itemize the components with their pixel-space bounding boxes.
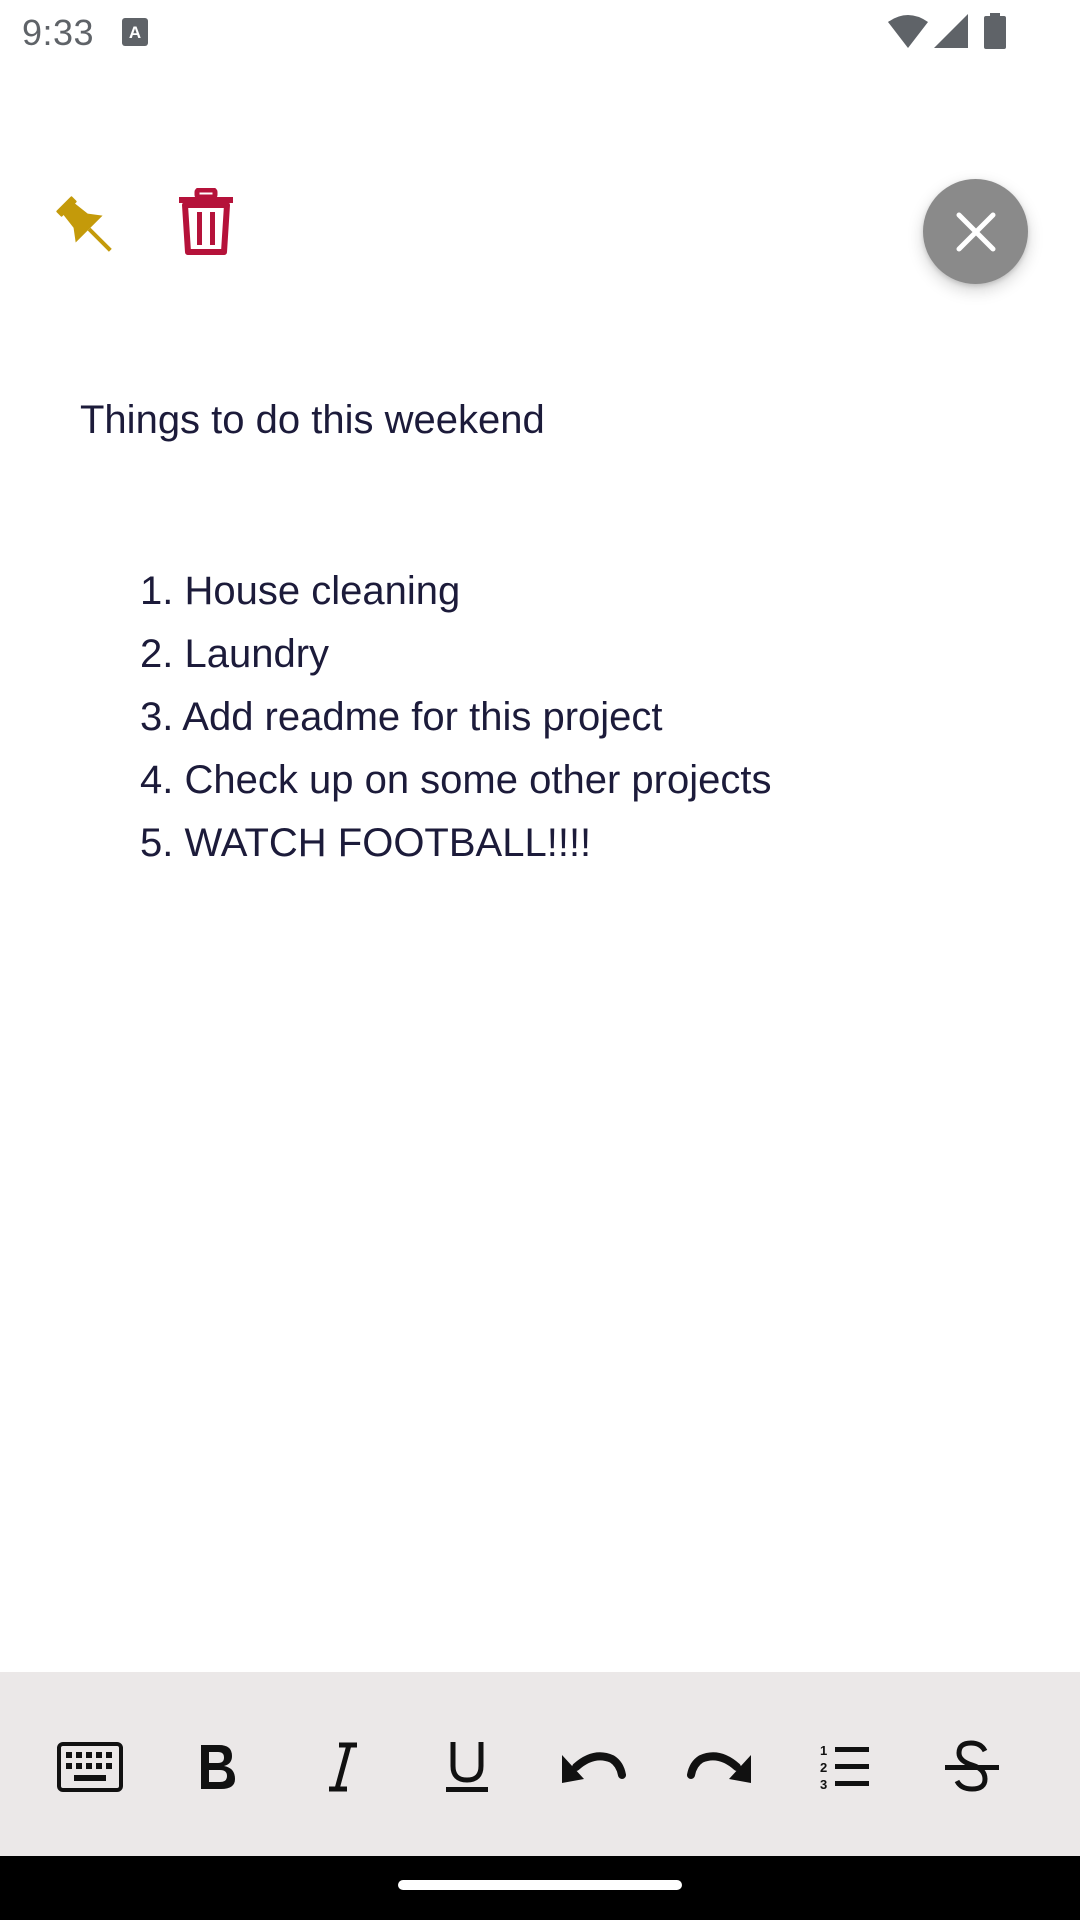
note-editor-screen: 9:33 A Things to do this weekend 1. Hous… — [0, 0, 1080, 1920]
bold-button[interactable] — [177, 1727, 257, 1807]
svg-text:3: 3 — [820, 1777, 827, 1792]
redo-icon — [687, 1752, 751, 1783]
pin-button[interactable] — [52, 192, 122, 262]
svg-text:A: A — [129, 23, 141, 42]
italic-icon — [329, 1742, 357, 1792]
underline-icon — [446, 1742, 488, 1792]
navigation-bar — [0, 1856, 1080, 1920]
trash-icon — [179, 187, 233, 255]
status-bar: 9:33 A — [0, 0, 1080, 64]
battery-icon — [984, 13, 1006, 49]
italic-button[interactable] — [303, 1727, 383, 1807]
note-title[interactable]: Things to do this weekend — [80, 398, 545, 443]
keyboard-icon — [57, 1742, 123, 1792]
undo-button[interactable] — [553, 1727, 633, 1807]
svg-text:2: 2 — [820, 1760, 827, 1775]
list-item: 2. Laundry — [140, 632, 330, 676]
underline-button[interactable] — [427, 1727, 507, 1807]
undo-icon — [562, 1752, 626, 1783]
list-item: 3. Add readme for this project — [140, 695, 663, 739]
list-item: 1. House cleaning — [140, 569, 461, 613]
bold-icon — [201, 1745, 235, 1789]
home-gesture-handle[interactable] — [398, 1880, 682, 1890]
close-button[interactable] — [923, 179, 1028, 284]
formatting-toolbar: 1 2 3 — [0, 1672, 1080, 1856]
wifi-icon — [888, 15, 928, 48]
numbered-list-icon: 1 2 3 — [820, 1743, 869, 1792]
list-item: 4. Check up on some other projects — [140, 758, 772, 802]
strikethrough-button[interactable] — [932, 1727, 1012, 1807]
keyboard-button[interactable] — [50, 1727, 130, 1807]
svg-text:1: 1 — [820, 1743, 827, 1758]
cellular-signal-icon — [934, 14, 968, 48]
notification-a-icon: A — [122, 18, 148, 46]
numbered-list-button[interactable]: 1 2 3 — [805, 1727, 885, 1807]
delete-button[interactable] — [176, 187, 236, 256]
link-button[interactable] — [1058, 1727, 1080, 1807]
pin-icon — [56, 196, 112, 252]
strikethrough-icon — [945, 1740, 999, 1792]
note-body[interactable]: 1. House cleaning 2. Laundry 3. Add read… — [140, 566, 771, 881]
close-icon — [956, 212, 995, 251]
redo-button[interactable] — [680, 1727, 760, 1807]
status-time: 9:33 — [22, 12, 95, 53]
list-item: 5. WATCH FOOTBALL!!!! — [140, 821, 592, 865]
